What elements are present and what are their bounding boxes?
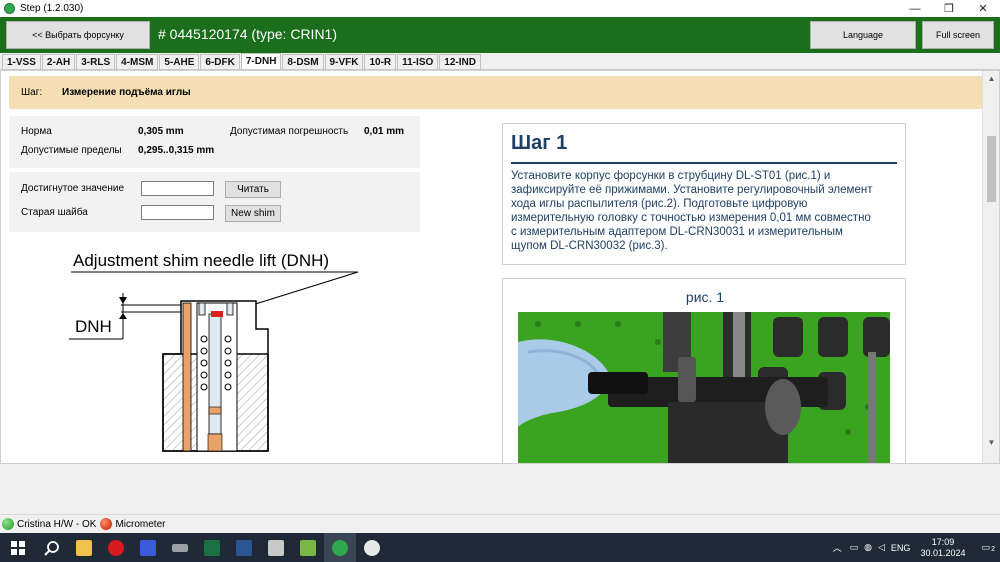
figure-panel: рис. 1 [502, 278, 906, 463]
injector-title: # 0445120174 (type: CRIN1) [158, 26, 337, 42]
tab-10-r[interactable]: 10-R [364, 54, 397, 69]
tab-7-dnh[interactable]: 7-DNH [240, 53, 282, 69]
maximize-button[interactable]: ❐ [932, 0, 966, 17]
instruction-line: измерительную головку с точностью измере… [511, 212, 871, 224]
clock-date: 30.01.2024 [920, 547, 966, 558]
header-bar: << Выбрать форсунку # 0445120174 (type: … [0, 17, 1000, 53]
tab-2-ah[interactable]: 2-AH [41, 54, 76, 69]
chip-app-icon[interactable] [164, 533, 196, 562]
tab-12-ind[interactable]: 12-IND [439, 54, 481, 69]
windows-taskbar: ︿ ▭ ◍ ◁ ENG 17:09 30.01.2024 ▭ 2 [0, 533, 1000, 562]
dnh-label: DNH [75, 317, 112, 336]
start-icon[interactable] [0, 533, 36, 562]
close-button[interactable]: ✕ [966, 0, 1000, 17]
figure-caption: рис. 1 [685, 289, 725, 305]
save-app-icon[interactable] [132, 533, 164, 562]
heading-rule [511, 162, 897, 164]
test-tabs: 1-VSS 2-AH 3-RLS 4-MSM 5-AHE 6-DFK 7-DNH… [0, 53, 1000, 70]
instruction-line: Установите корпус форсунки в струбцину D… [511, 170, 831, 182]
step-app-icon[interactable] [324, 533, 356, 562]
network-icon[interactable]: ◍ [864, 542, 872, 553]
system-tray: ︿ ▭ ◍ ◁ ENG 17:09 30.01.2024 ▭ 2 [833, 533, 1000, 562]
dnh-diagram: Adjustment shim needle lift (DNH) DNH [61, 239, 381, 455]
nozzle-cross-section: Adjustment shim needle lift (DNH) DNH [69, 251, 359, 452]
figure-photo [518, 312, 890, 463]
app-window: Step (1.2.030) — ❐ ✕ << Выбрать форсунку… [0, 0, 1000, 562]
select-injector-button[interactable]: << Выбрать форсунку [6, 21, 150, 49]
opera-icon[interactable] [100, 533, 132, 562]
step-content: Шаг: Измерение подъёма иглы Норма 0,305 … [0, 70, 1000, 464]
limits-label: Допустимые пределы [21, 145, 122, 156]
vertical-scrollbar[interactable]: ▲ ▼ [982, 71, 999, 463]
device-status-text: Micrometer [115, 518, 166, 530]
scroll-down-icon[interactable]: ▼ [983, 437, 999, 449]
excel-icon[interactable] [196, 533, 228, 562]
instruction-panel: Шаг 1 Установите корпус форсунки в струб… [502, 123, 906, 265]
tab-3-rls[interactable]: 3-RLS [76, 54, 116, 69]
achieved-value-input[interactable] [141, 181, 214, 196]
tools-app-icon[interactable] [356, 533, 388, 562]
instruction-line: с измерительным адаптером DL-CRN30031 и … [511, 226, 843, 238]
step-name: Измерение подъёма иглы [62, 87, 191, 98]
notification-count: 2 [991, 546, 995, 553]
notepad-app-icon[interactable] [292, 533, 324, 562]
instruction-line: хода иглы распылителя (рис.2). Подготовь… [511, 198, 808, 210]
diagram-title: Adjustment shim needle lift (DNH) [73, 251, 329, 270]
scroll-up-icon[interactable]: ▲ [983, 73, 999, 85]
old-shim-input[interactable] [141, 205, 214, 220]
input-language[interactable]: ENG [891, 543, 911, 553]
instruction-heading: Шаг 1 [511, 132, 568, 154]
achieved-label: Достигнутое значение [21, 183, 125, 194]
tab-6-dfk[interactable]: 6-DFK [200, 54, 240, 69]
scroll-thumb[interactable] [987, 136, 996, 202]
norm-value: 0,305 mm [138, 126, 184, 137]
tab-11-iso[interactable]: 11-ISO [397, 54, 439, 69]
limits-value: 0,295..0,315 mm [138, 145, 215, 156]
instruction-text: Установите корпус форсунки в струбцину D… [511, 169, 901, 253]
step-label: Шаг: [21, 87, 43, 98]
norm-label: Норма [21, 126, 52, 137]
old-shim-label: Старая шайба [21, 207, 88, 218]
tolerance-value: 0,01 mm [364, 126, 405, 137]
tab-5-ahe[interactable]: 5-AHE [159, 54, 200, 69]
clock-time: 17:09 [931, 536, 955, 547]
tab-8-dsm[interactable]: 8-DSM [282, 54, 324, 69]
window-title: Step (1.2.030) [20, 3, 84, 14]
battery-icon[interactable]: ▭ [850, 542, 859, 553]
hw-ok-icon [2, 518, 14, 530]
volume-icon[interactable]: ◁ [878, 542, 885, 553]
app-icon [4, 3, 15, 14]
fullscreen-button[interactable]: Full screen [922, 21, 994, 49]
new-shim-button[interactable]: New shim [225, 205, 281, 222]
read-button[interactable]: Читать [225, 181, 281, 198]
minimize-button[interactable]: — [898, 0, 932, 17]
tolerance-label: Допустимая погрешность [230, 126, 349, 137]
measurement-panel: Достигнутое значение Читать Старая шайба… [9, 172, 420, 232]
tray-chevron-icon[interactable]: ︿ [833, 541, 842, 554]
tab-1-vss[interactable]: 1-VSS [2, 54, 41, 69]
language-button[interactable]: Language [810, 21, 916, 49]
clamp-photo-illustration [518, 312, 890, 463]
tab-4-msm[interactable]: 4-MSM [116, 54, 159, 69]
hw-status-text: Cristina H/W - OK [17, 518, 97, 530]
title-bar: Step (1.2.030) — ❐ ✕ [0, 0, 1000, 17]
file-explorer-icon[interactable] [68, 533, 100, 562]
notifications-icon[interactable]: ▭ 2 [981, 542, 995, 553]
step-header: Шаг: Измерение подъёма иглы [9, 76, 993, 109]
instruction-line: зафиксируйте её прижимами. Установите ре… [511, 184, 873, 196]
status-bar: Cristina H/W - OK Micrometer [0, 514, 1000, 533]
search-icon[interactable] [36, 533, 68, 562]
device-status-icon [100, 518, 113, 530]
word-icon[interactable] [228, 533, 260, 562]
spec-panel: Норма 0,305 mm Допустимая погрешность 0,… [9, 116, 420, 168]
instruction-line: щупом DL-CRN30032 (рис.3). [511, 240, 668, 252]
clock[interactable]: 17:09 30.01.2024 [920, 537, 965, 559]
scanner-app-icon[interactable] [260, 533, 292, 562]
tab-9-vfk[interactable]: 9-VFK [324, 54, 364, 69]
